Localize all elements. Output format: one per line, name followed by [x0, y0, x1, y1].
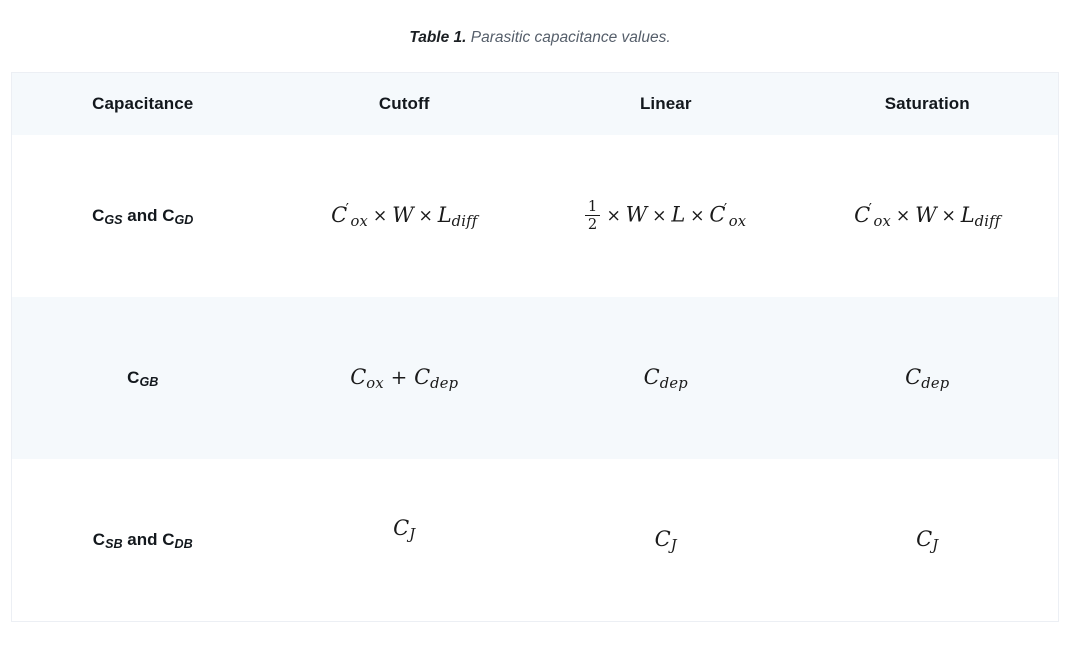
parasitic-capacitance-table: Capacitance Cutoff Linear Saturation CGS… — [11, 72, 1059, 622]
math-sub-dep: dep — [921, 375, 950, 393]
fraction-denominator: 2 — [585, 215, 600, 233]
cell-cgb-linear: Cdep — [535, 297, 797, 459]
math-symbol-W: W — [392, 203, 414, 227]
formula-cox-w-ldiff: C′ox × W × Ldiff — [331, 203, 477, 230]
math-symbol-C: C — [331, 203, 348, 227]
math-symbol-C: C — [643, 365, 660, 389]
math-symbol-C: C — [414, 365, 431, 389]
table-row: CGB Cox + Cdep Cdep Cdep — [12, 297, 1058, 459]
math-op-times: × — [941, 206, 956, 227]
math-op-times: × — [418, 206, 433, 227]
math-symbol-C: C — [654, 527, 671, 551]
math-symbol-L: L — [671, 202, 686, 227]
math-symbol-C: C — [916, 527, 933, 551]
formula-cdep: Cdep — [643, 365, 688, 392]
math-sub-dep: dep — [659, 375, 688, 393]
table-header-row: Capacitance Cutoff Linear Saturation — [12, 73, 1058, 135]
math-sub-ox: ox — [873, 213, 892, 231]
fraction-one-half: 12 — [585, 197, 600, 233]
formula-half-w-l-cox: 1 2 × W × L × C′ox — [585, 197, 747, 233]
math-symbol-C: C — [393, 516, 410, 540]
row-label-sub-gd: GD — [174, 213, 194, 228]
row-label-conjunction: and — [122, 206, 163, 225]
math-sub-j: J — [409, 526, 416, 544]
column-header-saturation: Saturation — [884, 94, 970, 113]
math-symbol-L: L — [960, 203, 975, 227]
row-label-sub-db: DB — [174, 537, 193, 552]
math-op-times: × — [652, 205, 667, 226]
table-caption: Table 1. Parasitic capacitance values. — [0, 28, 1080, 48]
math-sub-ox: ox — [366, 375, 384, 393]
math-symbol-W: W — [625, 202, 648, 227]
row-label-symbol-c1: C — [92, 530, 106, 549]
math-op-plus: + — [390, 365, 408, 389]
math-op-times: × — [895, 206, 911, 227]
math-op-times: × — [606, 205, 621, 226]
cell-cgb-cutoff: Cox + Cdep — [274, 297, 536, 459]
formula-cdep: Cdep — [905, 365, 949, 392]
math-sub-ox: ox — [350, 213, 369, 231]
row-label-symbol-c2: C — [162, 530, 175, 549]
math-op-times: × — [372, 206, 388, 227]
math-sub-ox: ox — [728, 212, 747, 230]
cell-csb-cutoff: CJ — [274, 459, 536, 621]
math-symbol-C: C — [854, 203, 871, 227]
math-prime: ′ — [345, 201, 350, 219]
math-sub-diff: diff — [451, 213, 478, 231]
math-op-times: × — [690, 205, 705, 226]
row-label-sub-gs: GS — [104, 213, 123, 228]
row-label-sub-gb: GB — [139, 375, 159, 390]
math-symbol-L: L — [437, 203, 452, 227]
caption-text: Parasitic capacitance values. — [470, 29, 671, 46]
table-page: Table 1. Parasitic capacitance values. C… — [0, 0, 1080, 648]
math-sub-dep: dep — [430, 375, 459, 393]
column-header-linear: Linear — [639, 94, 692, 113]
cell-cgs-cutoff: C′ox × W × Ldiff — [274, 135, 536, 297]
formula-cox-w-ldiff: C′ox × W × Ldiff — [854, 203, 1000, 230]
formula-cox-plus-cdep: Cox + Cdep — [350, 365, 458, 392]
cell-cgb-saturation: Cdep — [797, 297, 1059, 459]
math-sub-j: J — [670, 537, 677, 555]
math-symbol-C: C — [709, 202, 726, 227]
cell-csb-linear: CJ — [535, 459, 797, 621]
row-label-conjunction: and — [122, 530, 163, 549]
row-label-csb-cdb: CSB and CDB — [12, 459, 274, 621]
math-symbol-W: W — [915, 203, 937, 227]
table-row: CSB and CDB CJ CJ CJ — [12, 459, 1058, 621]
cell-csb-saturation: CJ — [797, 459, 1059, 621]
row-label-symbol-c2: C — [162, 206, 175, 225]
row-label-symbol-c1: C — [92, 206, 105, 225]
cell-cgs-saturation: C′ox × W × Ldiff — [797, 135, 1059, 297]
formula-cj: CJ — [916, 527, 938, 554]
caption-label: Table 1. — [409, 29, 467, 46]
table-row: CGS and CGD C′ox × W × Ldiff 1 2 × W × L × C′ox — [12, 135, 1058, 297]
formula-cj: CJ — [654, 527, 677, 554]
math-sub-diff: diff — [974, 213, 1001, 231]
row-label-cgs-cgd: CGS and CGD — [12, 135, 274, 297]
math-prime: ′ — [868, 201, 873, 219]
formula-cj: CJ — [393, 516, 415, 543]
column-header-cutoff: Cutoff — [378, 94, 430, 113]
row-label-symbol-c1: C — [127, 368, 140, 387]
cell-cgs-linear: 1 2 × W × L × C′ox — [535, 135, 797, 297]
math-prime: ′ — [723, 200, 728, 218]
fraction-numerator: 1 — [587, 197, 598, 215]
math-symbol-C: C — [905, 365, 922, 389]
row-label-cgb: CGB — [12, 297, 274, 459]
math-sub-j: J — [932, 537, 939, 555]
row-label-sub-sb: SB — [105, 537, 123, 552]
column-header-capacitance: Capacitance — [92, 94, 194, 113]
math-symbol-C: C — [350, 365, 367, 389]
